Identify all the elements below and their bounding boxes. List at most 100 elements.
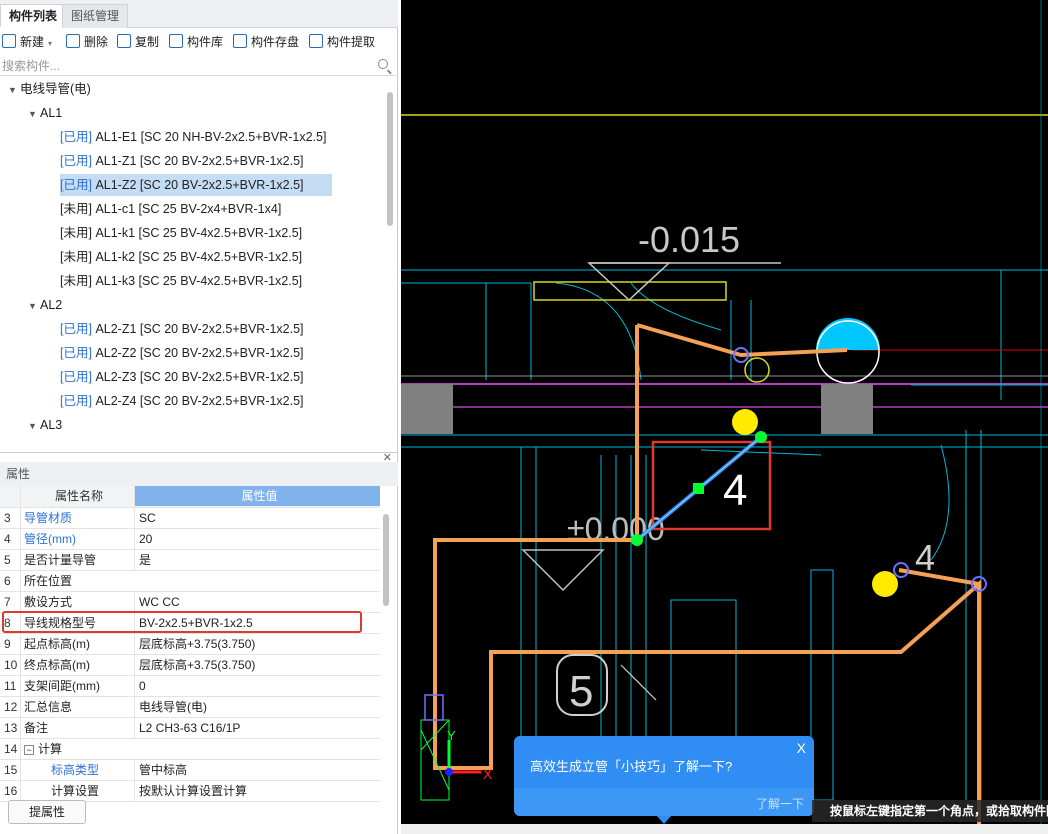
tree-item[interactable]: [已用] AL2-Z1 [SC 20 BV-2x2.5+BVR-1x2.5] bbox=[60, 318, 304, 340]
chevron-down-icon[interactable]: ▾ bbox=[48, 39, 52, 48]
save-component-button[interactable]: 构件存盘 bbox=[233, 32, 299, 52]
property-name-text: 是否计量导管 bbox=[24, 553, 97, 567]
property-row[interactable]: 14− 计算 bbox=[0, 739, 380, 760]
search-icon[interactable] bbox=[378, 59, 388, 69]
component-label: AL1-E1 [SC 20 NH-BV-2x2.5+BVR-1x2.5] bbox=[95, 130, 327, 144]
copy-button[interactable]: 复制 bbox=[117, 32, 159, 52]
usage-tag: [未用] bbox=[60, 274, 92, 288]
property-row[interactable]: 15 标高类型 管中标高 bbox=[0, 760, 380, 781]
property-value[interactable]: 层底标高+3.75(3.750) bbox=[134, 634, 380, 654]
extract-properties-button[interactable]: 提属性 bbox=[8, 800, 86, 824]
property-row[interactable]: 4 管径(mm) 20 bbox=[0, 529, 380, 550]
learn-more-link[interactable]: 了解一下 bbox=[756, 795, 804, 812]
chevron-down-icon[interactable]: ▼ bbox=[28, 103, 40, 125]
component-label: AL1-k1 [SC 25 BV-4x2.5+BVR-1x2.5] bbox=[95, 226, 303, 240]
property-name: 所在位置 bbox=[20, 571, 134, 591]
col-value-header: 属性值 bbox=[134, 486, 380, 506]
property-name-text: 计算设置 bbox=[51, 784, 100, 798]
trash-icon bbox=[66, 34, 80, 48]
library-button[interactable]: 构件库 bbox=[169, 32, 223, 52]
room-number-4: 4 bbox=[723, 466, 747, 515]
row-number: 6 bbox=[4, 574, 11, 588]
tree-item[interactable]: [已用] AL1-Z1 [SC 20 BV-2x2.5+BVR-1x2.5] bbox=[60, 150, 304, 172]
delete-button[interactable]: 删除 bbox=[66, 32, 108, 52]
chevron-down-icon[interactable]: ▼ bbox=[28, 415, 40, 437]
tree-item[interactable]: [已用] AL2-Z2 [SC 20 BV-2x2.5+BVR-1x2.5] bbox=[60, 342, 304, 364]
property-value[interactable]: 层底标高+3.75(3.750) bbox=[134, 655, 380, 675]
chevron-down-icon[interactable]: ▼ bbox=[8, 79, 20, 101]
property-name: 是否计量导管 bbox=[20, 550, 134, 570]
property-value[interactable]: 20 bbox=[134, 529, 380, 549]
extract-icon bbox=[309, 34, 323, 48]
tree-item[interactable]: [已用] AL1-E1 [SC 20 NH-BV-2x2.5+BVR-1x2.5… bbox=[60, 126, 326, 148]
property-row[interactable]: 10 终点标高(m) 层底标高+3.75(3.750) bbox=[0, 655, 380, 676]
tab-drawing-management[interactable]: 图纸管理 bbox=[62, 4, 129, 28]
library-icon bbox=[169, 34, 183, 48]
tree-group-label: AL3 bbox=[40, 418, 63, 432]
property-name: 标高类型 bbox=[20, 760, 134, 780]
axis-y-label: Y bbox=[447, 728, 456, 743]
usage-tag: [未用] bbox=[60, 250, 92, 264]
component-tree: ▼ 电线导管(电) ▼ AL1 [已用] AL1-E1 [SC 20 NH-BV-2x2… bbox=[0, 78, 396, 450]
property-row[interactable]: 16 计算设置 按默认计算设置计算 bbox=[0, 781, 380, 802]
component-label: AL2-Z3 [SC 20 BV-2x2.5+BVR-1x2.5] bbox=[95, 370, 304, 384]
tree-item[interactable]: [未用] AL1-c1 [SC 25 BV-2x4+BVR-1x4] bbox=[60, 198, 281, 220]
tip-pointer bbox=[657, 816, 671, 824]
tree-scrollbar[interactable] bbox=[387, 92, 393, 226]
tree-group[interactable]: ▼ AL1 bbox=[28, 102, 62, 124]
tip-popup: 高效生成立管「小技巧」了解一下? X 了解一下 bbox=[514, 736, 814, 824]
property-value[interactable]: 电线导管(电) bbox=[134, 697, 380, 717]
tree-item[interactable]: [未用] AL1-k3 [SC 25 BV-4x2.5+BVR-1x2.5] bbox=[60, 270, 302, 292]
new-button[interactable]: 新建 ▾ bbox=[2, 32, 52, 52]
property-row[interactable]: 13 备注 L2 CH3-63 C16/1P bbox=[0, 718, 380, 739]
chevron-down-icon[interactable]: ▼ bbox=[28, 295, 40, 317]
properties-scrollbar[interactable] bbox=[383, 514, 389, 606]
tree-item[interactable]: [未用] AL1-k2 [SC 25 BV-4x2.5+BVR-1x2.5] bbox=[60, 246, 302, 268]
tree-group[interactable]: ▼ AL2 bbox=[28, 294, 62, 316]
property-row[interactable]: 7 敷设方式 WC CC bbox=[0, 592, 380, 613]
tree-item[interactable]: [已用] AL2-Z3 [SC 20 BV-2x2.5+BVR-1x2.5] bbox=[60, 366, 304, 388]
property-name-text: 敷设方式 bbox=[24, 595, 73, 609]
panel-splitter[interactable]: ✕ bbox=[0, 452, 398, 464]
tree-item[interactable]: [已用] AL1-Z2 [SC 20 BV-2x2.5+BVR-1x2.5] bbox=[60, 174, 332, 196]
axis-x-label: X bbox=[483, 766, 493, 782]
property-row[interactable]: 12 汇总信息 电线导管(电) bbox=[0, 697, 380, 718]
property-value[interactable]: SC bbox=[134, 508, 380, 528]
cad-canvas[interactable]: -0.015 ±0.000 4 4 5 X Y bbox=[401, 0, 1048, 834]
tree-group[interactable]: ▼ AL3 bbox=[28, 414, 62, 436]
property-name-text: 导管材质 bbox=[24, 511, 73, 525]
property-row[interactable]: 3 导管材质 SC bbox=[0, 508, 380, 529]
tab-component-list[interactable]: 构件列表 bbox=[0, 4, 67, 28]
property-value[interactable]: 管中标高 bbox=[134, 760, 380, 780]
property-value[interactable]: 0 bbox=[134, 676, 380, 696]
usage-tag: [未用] bbox=[60, 226, 92, 240]
elevation-label: -0.015 bbox=[638, 219, 740, 260]
property-row[interactable]: 11 支架间距(mm) 0 bbox=[0, 676, 380, 697]
usage-tag: [已用] bbox=[60, 322, 92, 336]
copy-icon bbox=[117, 34, 131, 48]
row-number: 16 bbox=[4, 784, 18, 798]
property-value[interactable]: L2 CH3-63 C16/1P bbox=[134, 718, 380, 738]
property-value[interactable]: 按默认计算设置计算 bbox=[134, 781, 380, 801]
property-row[interactable]: 5 是否计量导管 是 bbox=[0, 550, 380, 571]
component-label: AL1-Z1 [SC 20 BV-2x2.5+BVR-1x2.5] bbox=[95, 154, 304, 168]
property-name-text: 标高类型 bbox=[51, 763, 100, 777]
property-value[interactable]: 是 bbox=[134, 550, 380, 570]
property-row[interactable]: 9 起点标高(m) 层底标高+3.75(3.750) bbox=[0, 634, 380, 655]
tree-item[interactable]: [未用] AL1-k1 [SC 25 BV-4x2.5+BVR-1x2.5] bbox=[60, 222, 302, 244]
copy-label: 复制 bbox=[135, 35, 160, 49]
row-number: 9 bbox=[4, 637, 11, 651]
usage-tag: [已用] bbox=[60, 370, 92, 384]
property-value[interactable]: WC CC bbox=[134, 592, 380, 612]
close-icon[interactable]: X bbox=[797, 740, 806, 756]
search-input[interactable] bbox=[0, 56, 360, 75]
collapse-icon[interactable]: − bbox=[24, 745, 34, 755]
component-label: AL1-k2 [SC 25 BV-4x2.5+BVR-1x2.5] bbox=[95, 250, 303, 264]
property-row[interactable]: 6 所在位置 bbox=[0, 571, 380, 592]
tree-root[interactable]: ▼ 电线导管(电) bbox=[8, 78, 91, 100]
extract-component-button[interactable]: 构件提取 bbox=[309, 32, 375, 52]
row-number: 7 bbox=[4, 595, 11, 609]
status-text: 按鼠标左键指定第一个角点，或拾取构件图元 bbox=[830, 804, 1048, 818]
tree-item[interactable]: [已用] AL2-Z4 [SC 20 BV-2x2.5+BVR-1x2.5] bbox=[60, 390, 304, 412]
new-icon bbox=[2, 34, 16, 48]
